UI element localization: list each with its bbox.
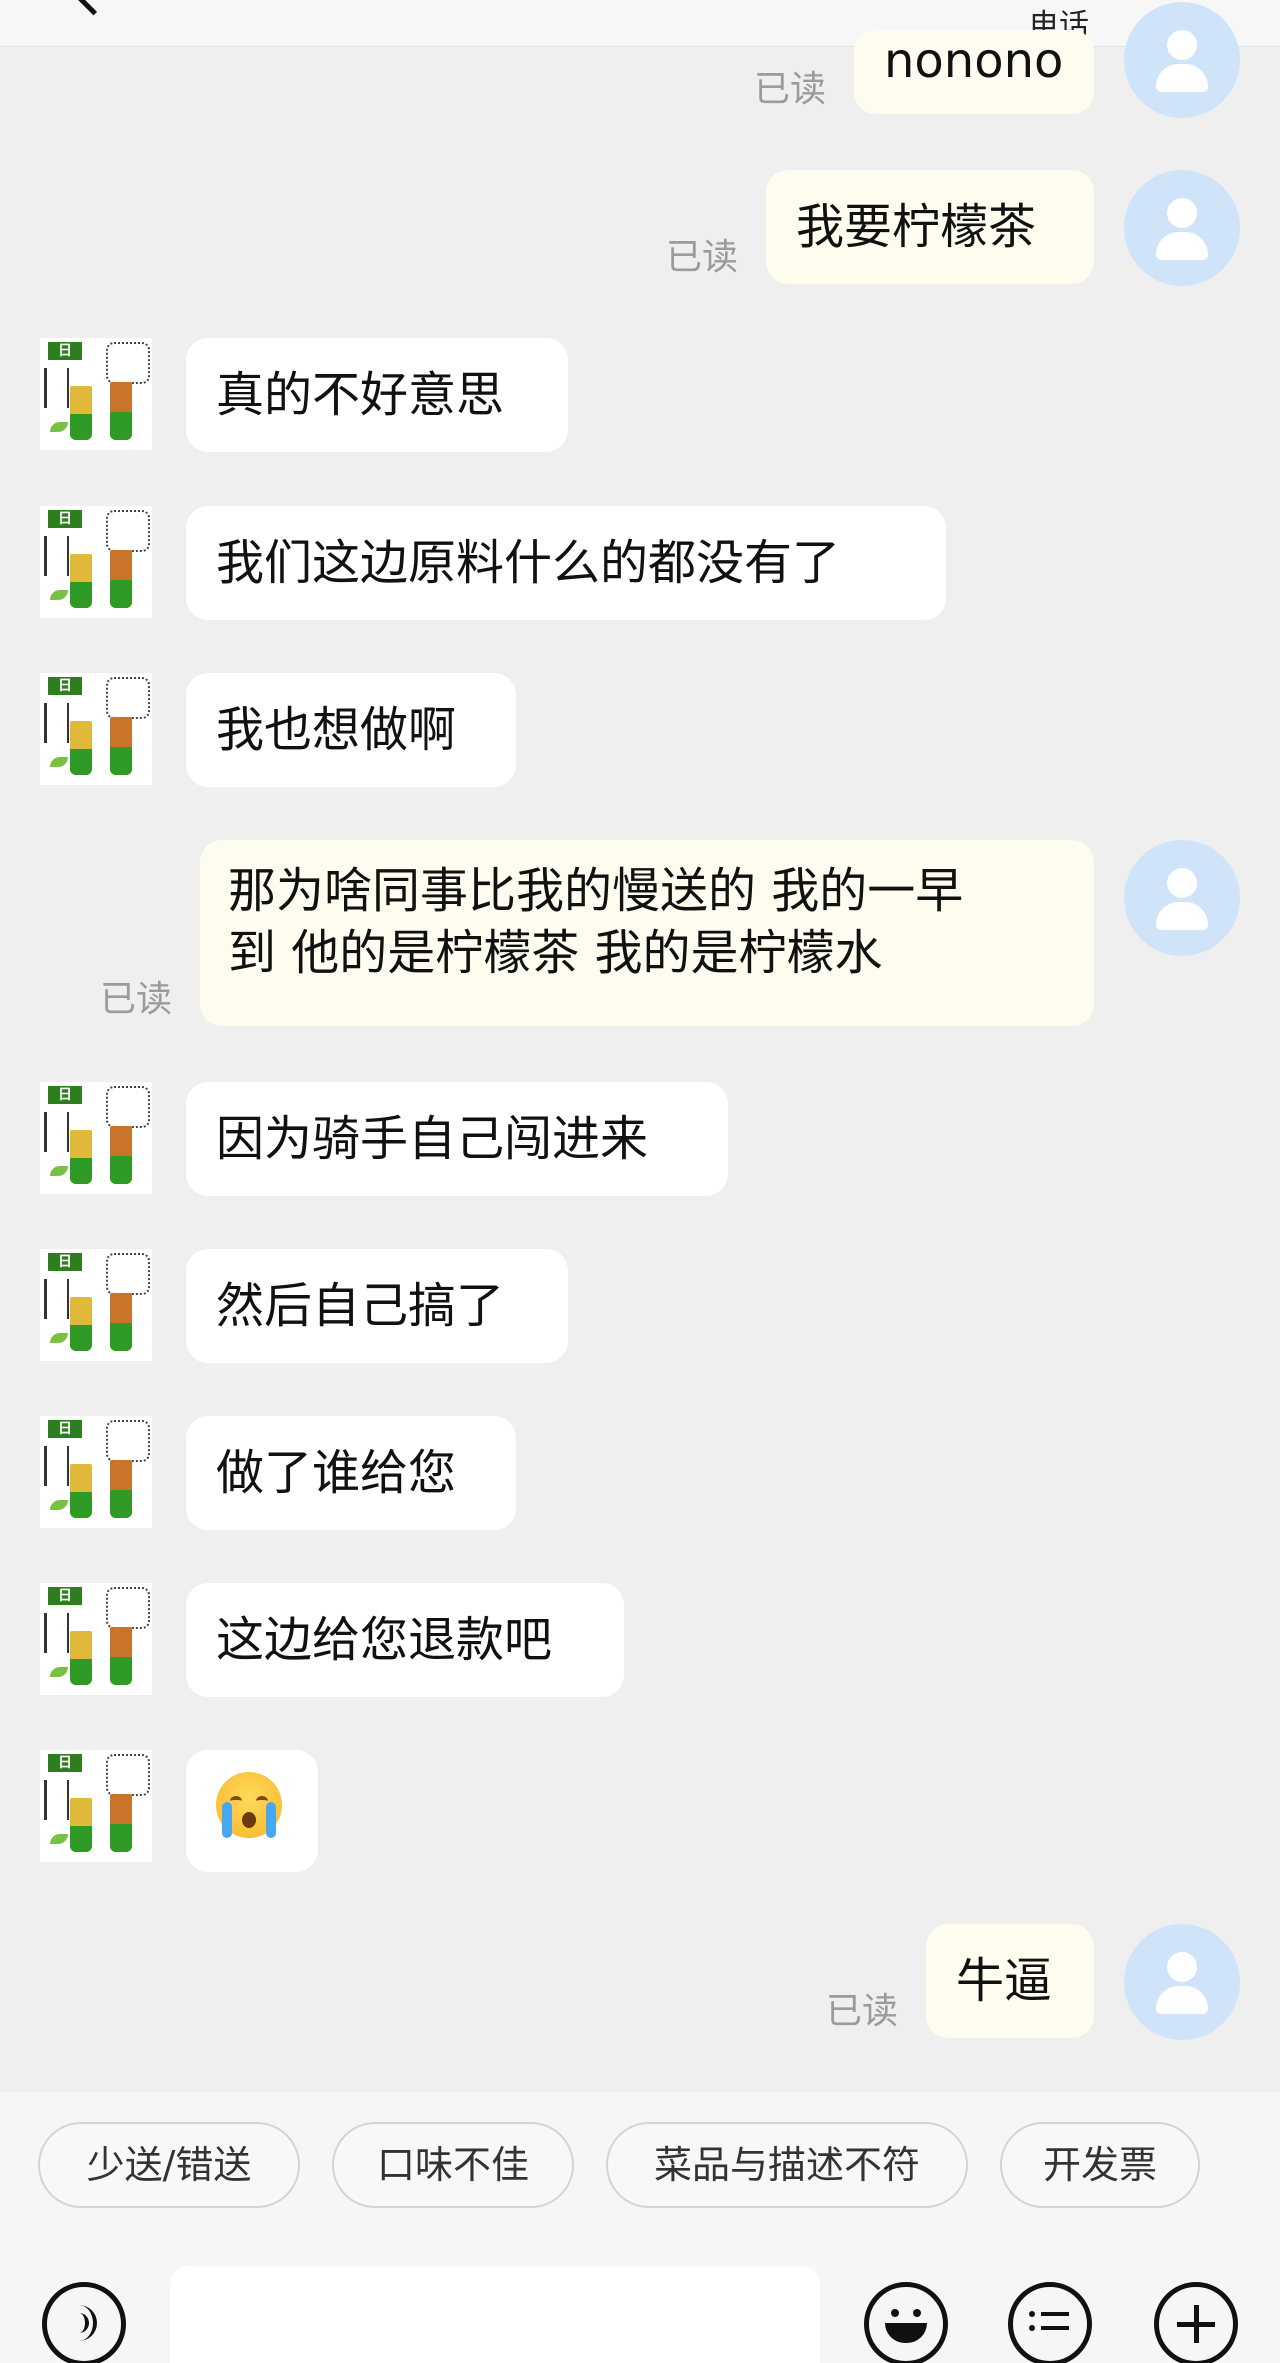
plus-icon[interactable] (1154, 2282, 1238, 2363)
quick-reply-chip[interactable]: 口味不佳 (332, 2122, 574, 2208)
shop-avatar[interactable]: 日 (40, 1082, 152, 1194)
user-silhouette-icon (1167, 1952, 1197, 1982)
quick-reply-chip[interactable]: 少送/错送 (38, 2122, 300, 2208)
message-text: 我要柠檬茶 (796, 199, 1037, 255)
message-text-line: 到 他的是柠檬茶 我的是柠檬水 (228, 925, 883, 981)
message-text: 然后自己搞了 (216, 1278, 505, 1334)
menu-list-icon[interactable] (1008, 2282, 1092, 2363)
shop-avatar[interactable]: 日 (40, 506, 152, 618)
message-bubble-outgoing[interactable]: nonono (854, 30, 1094, 114)
drink-cup-icon (110, 1126, 132, 1184)
shop-avatar[interactable]: 日 (40, 673, 152, 785)
drink-cup-icon (70, 1130, 92, 1184)
leaf-icon (50, 1834, 68, 1844)
drink-cup-icon (110, 717, 132, 775)
drink-cup-icon (110, 550, 132, 608)
leaf-icon (50, 1500, 68, 1510)
drink-cup-icon (110, 382, 132, 440)
leaf-icon (50, 1667, 68, 1677)
leaf-icon (50, 1333, 68, 1343)
shop-avatar[interactable]: 日 (40, 1750, 152, 1862)
message-text: 真的不好意思 (216, 367, 505, 423)
message-input[interactable] (170, 2266, 820, 2363)
drink-cup-icon (70, 1297, 92, 1351)
drink-cup-icon (110, 1460, 132, 1518)
user-silhouette-icon (1167, 198, 1197, 228)
message-bubble-incoming[interactable]: 这边给您退款吧 (186, 1583, 624, 1697)
user-silhouette-icon (1167, 30, 1197, 60)
message-text: 因为骑手自己闯进来 (216, 1111, 649, 1167)
message-bubble-incoming[interactable]: 真的不好意思 (186, 338, 568, 452)
shop-avatar[interactable]: 日 (40, 1249, 152, 1361)
loudly-crying-face-icon (216, 1772, 282, 1838)
message-bubble-incoming[interactable]: 我们这边原料什么的都没有了 (186, 506, 946, 620)
user-avatar[interactable] (1124, 170, 1240, 286)
quick-reply-chip[interactable]: 开发票 (1000, 2122, 1200, 2208)
shop-avatar[interactable]: 日 (40, 338, 152, 450)
drink-cup-icon (70, 1798, 92, 1852)
user-avatar[interactable] (1124, 1924, 1240, 2040)
user-avatar[interactable] (1124, 2, 1240, 118)
message-bubble-incoming[interactable]: 我也想做啊 (186, 673, 516, 787)
leaf-icon (50, 757, 68, 767)
user-silhouette-icon (1167, 868, 1197, 898)
drink-cup-icon (70, 554, 92, 608)
message-bubble-outgoing[interactable]: 我要柠檬茶 (766, 170, 1094, 284)
quick-reply-chip[interactable]: 菜品与描述不符 (606, 2122, 968, 2208)
message-bubble-outgoing[interactable]: 牛逼 (926, 1924, 1094, 2038)
read-status: 已读 (666, 237, 739, 278)
user-avatar[interactable] (1124, 840, 1240, 956)
drink-cup-icon (70, 386, 92, 440)
message-text: 这边给您退款吧 (216, 1612, 553, 1668)
drink-cup-icon (70, 1631, 92, 1685)
message-text: 做了谁给您 (216, 1445, 457, 1501)
drink-cup-icon (70, 1464, 92, 1518)
read-status: 已读 (100, 979, 173, 1020)
drink-cup-icon (110, 1293, 132, 1351)
shop-avatar[interactable]: 日 (40, 1583, 152, 1695)
message-text-line: 那为啥同事比我的慢送的 我的一早 (228, 863, 964, 919)
message-text: 我也想做啊 (216, 702, 457, 758)
leaf-icon (50, 590, 68, 600)
read-status: 已读 (754, 69, 827, 110)
message-text: nonono (884, 33, 1064, 89)
message-bubble-incoming[interactable]: 因为骑手自己闯进来 (186, 1082, 728, 1196)
read-status: 已读 (826, 1991, 899, 2032)
drink-cup-icon (110, 1627, 132, 1685)
message-bubble-incoming[interactable]: 做了谁给您 (186, 1416, 516, 1530)
message-bubble-incoming[interactable]: 然后自己搞了 (186, 1249, 568, 1363)
back-arrow-icon[interactable] (71, 0, 116, 16)
shop-avatar[interactable]: 日 (40, 1416, 152, 1528)
input-bar (0, 2260, 1280, 2363)
quick-reply-bar: 少送/错送 口味不佳 菜品与描述不符 开发票 (0, 2092, 1280, 2260)
voice-icon[interactable] (42, 2282, 126, 2363)
message-bubble-incoming[interactable] (186, 1750, 318, 1872)
leaf-icon (50, 1166, 68, 1176)
leaf-icon (50, 422, 68, 432)
drink-cup-icon (110, 1794, 132, 1852)
drink-cup-icon (70, 721, 92, 775)
message-text: 我们这边原料什么的都没有了 (216, 535, 841, 591)
message-bubble-outgoing[interactable]: 那为啥同事比我的慢送的 我的一早 到 他的是柠檬茶 我的是柠檬水 (200, 840, 1094, 1026)
message-text: 牛逼 (956, 1953, 1053, 2009)
emoji-icon[interactable] (864, 2282, 948, 2363)
